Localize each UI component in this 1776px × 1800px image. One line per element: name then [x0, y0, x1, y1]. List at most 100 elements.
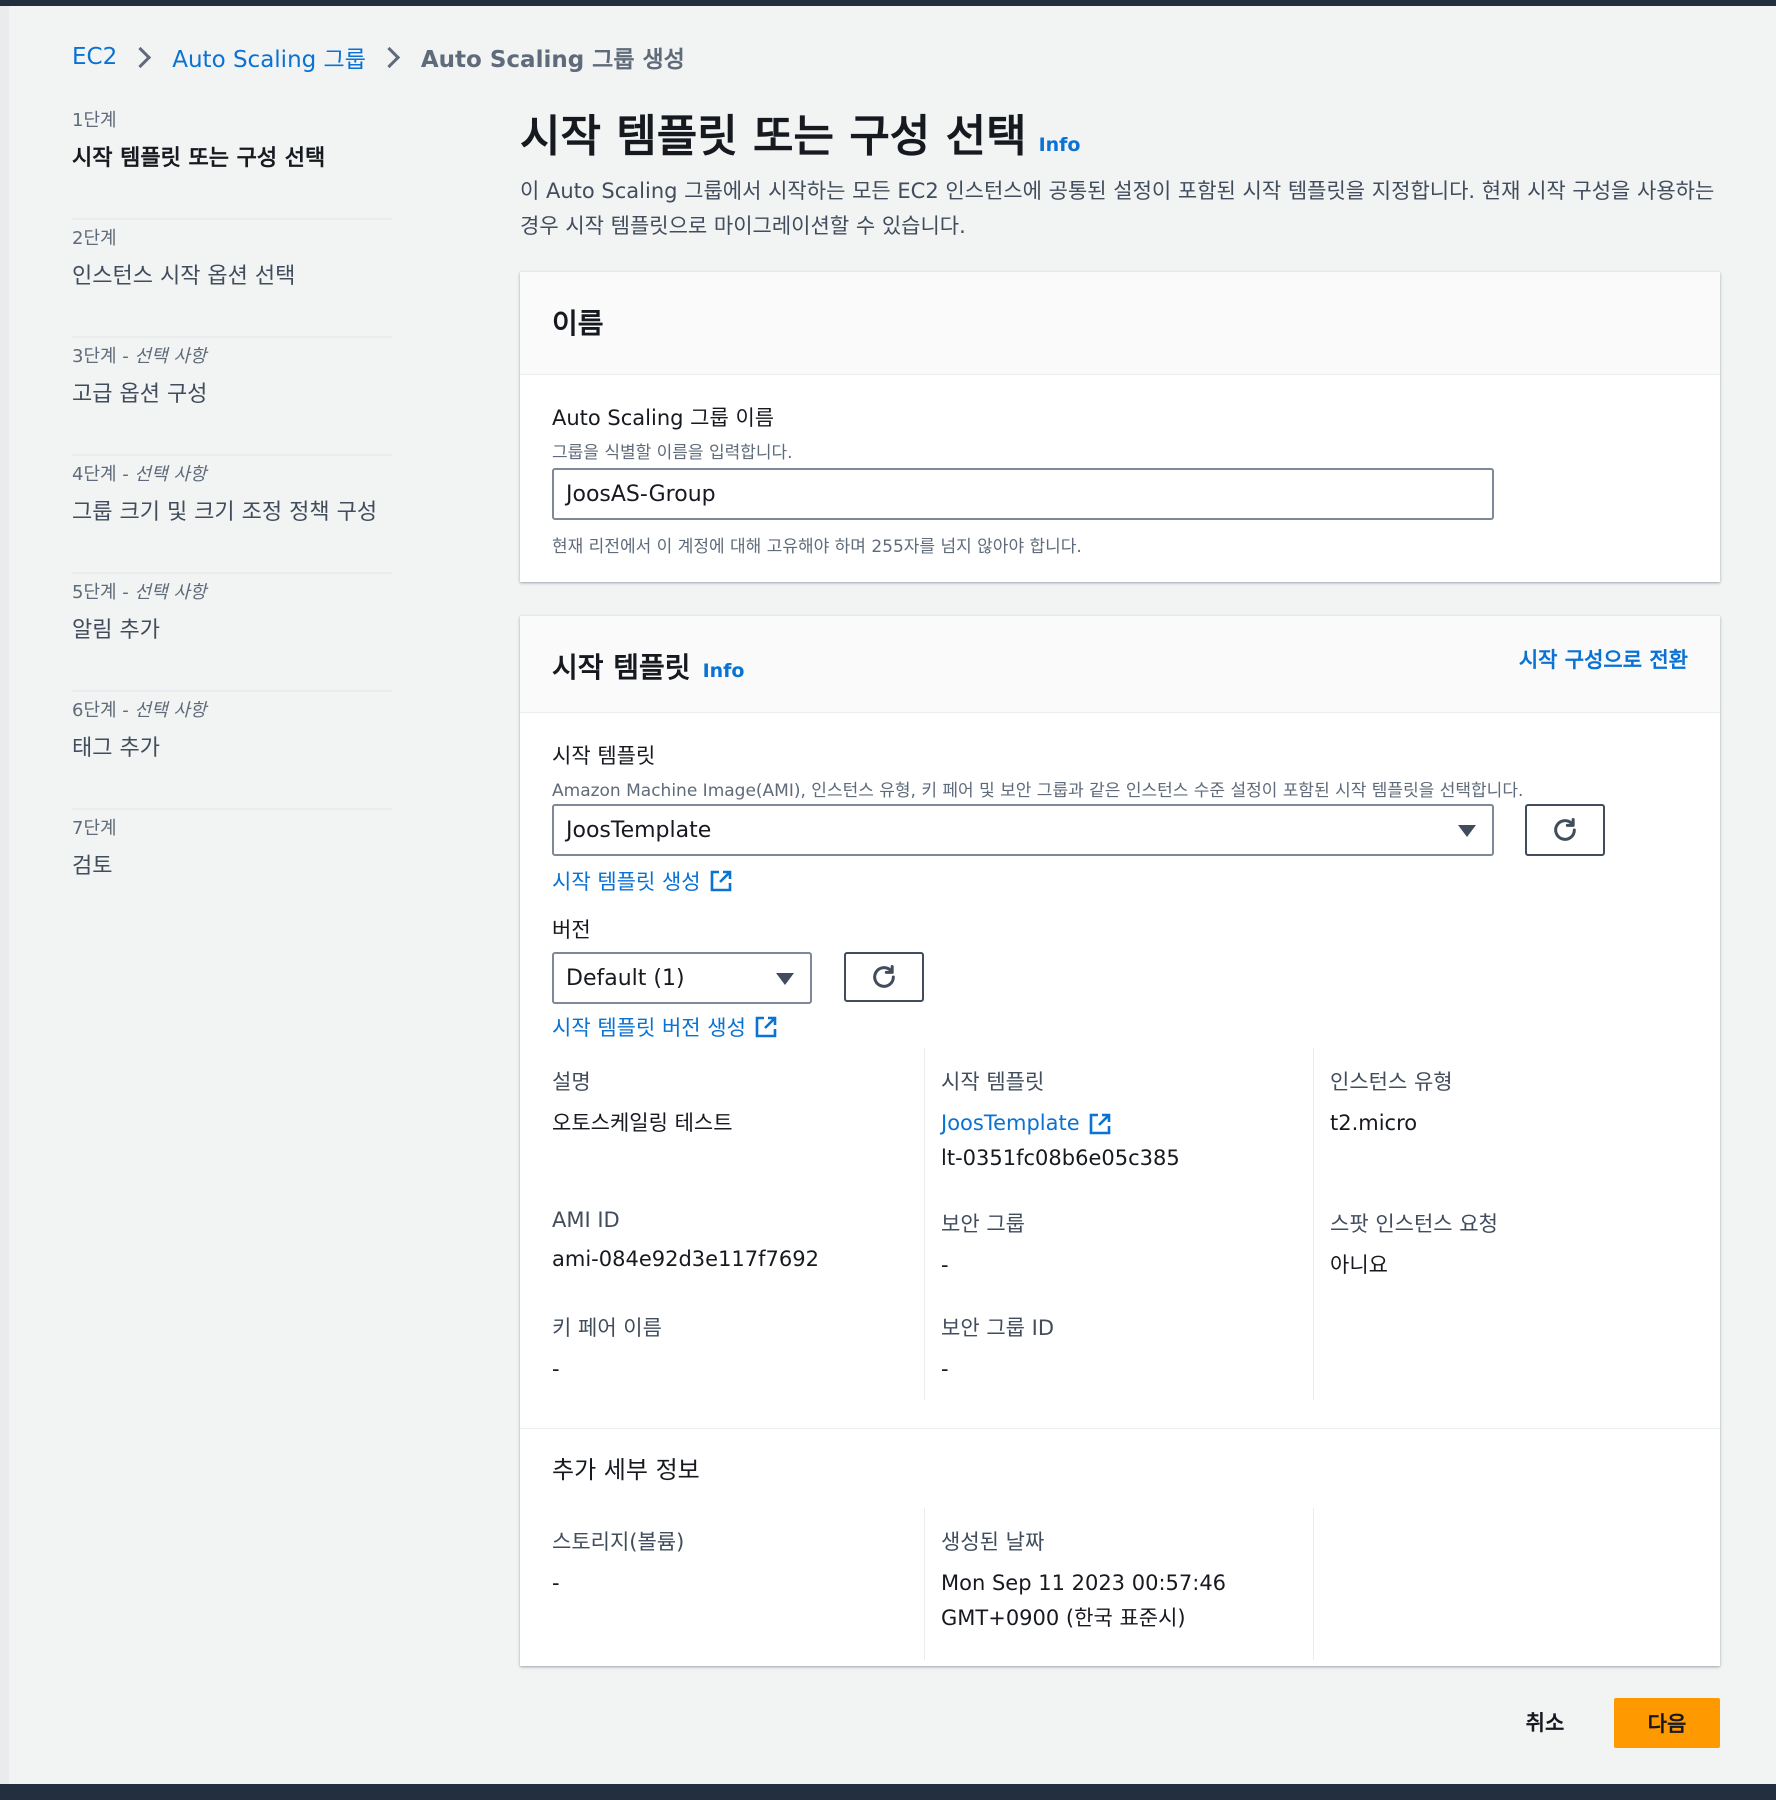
detail-value: - [941, 1253, 949, 1277]
step-title[interactable]: 고급 옵션 구성 [72, 376, 392, 408]
detail-value: - [552, 1571, 560, 1595]
column-divider [1313, 1048, 1314, 1400]
wizard-step-5: 5단계 - 선택 사항 알림 추가 [72, 574, 392, 692]
breadcrumb-ec2[interactable]: EC2 [72, 44, 117, 70]
detail-key: 생성된 날짜 [941, 1530, 1045, 1554]
detail-key: 설명 [552, 1070, 591, 1094]
switch-to-launch-config-link[interactable]: 시작 구성으로 전환 [1519, 644, 1688, 674]
section-divider [520, 1428, 1720, 1429]
launch-template-select[interactable]: JoosTemplate [552, 804, 1494, 856]
wizard-step-1: 1단계 시작 템플릿 또는 구성 선택 [72, 102, 392, 220]
step-title[interactable]: 태그 추가 [72, 730, 392, 762]
launch-template-panel: 시작 템플릿 Info 시작 구성으로 전환 시작 템플릿 Amazon Mac… [520, 616, 1720, 1666]
external-link-icon [1089, 1113, 1110, 1134]
detail-security-group-id: 보안 그룹 ID - [941, 1312, 1054, 1387]
next-button[interactable]: 다음 [1614, 1698, 1720, 1748]
breadcrumb: EC2 Auto Scaling 그룹 Auto Scaling 그룹 생성 [72, 40, 685, 74]
page-title: 시작 템플릿 또는 구성 선택 [520, 111, 1027, 162]
refresh-templates-button[interactable] [1525, 804, 1605, 856]
create-template-version-link[interactable]: 시작 템플릿 버전 생성 [552, 1012, 778, 1042]
step-title[interactable]: 그룹 크기 및 크기 조정 정책 구성 [72, 494, 392, 526]
asg-name-label: Auto Scaling 그룹 이름 [552, 406, 775, 430]
detail-key: 키 페어 이름 [552, 1316, 662, 1340]
external-link-icon [710, 870, 731, 892]
launch-template-title-row: 시작 템플릿 Info [552, 646, 744, 686]
caret-down-icon [776, 973, 794, 985]
detail-value: 오토스케일링 테스트 [552, 1111, 733, 1135]
detail-key-pair: 키 페어 이름 - [552, 1312, 662, 1387]
name-panel-header: 이름 [520, 272, 1720, 375]
version-select-value: Default (1) [566, 965, 685, 991]
launch-template-description: Amazon Machine Image(AMI), 인스턴스 유형, 키 페어… [552, 781, 1524, 801]
wizard-step-7: 7단계 검토 [72, 810, 392, 928]
column-divider [924, 1048, 925, 1400]
step-label: 6단계 - 선택 사항 [72, 700, 207, 721]
breadcrumb-auto-scaling-groups[interactable]: Auto Scaling 그룹 [172, 40, 366, 74]
refresh-icon [1554, 817, 1576, 841]
refresh-versions-button[interactable] [844, 952, 924, 1002]
detail-value: Mon Sep 11 2023 00:57:46 [941, 1571, 1227, 1595]
detail-ami-id: AMI ID ami-084e92d3e117f7692 [552, 1208, 819, 1277]
asg-name-input[interactable]: JoosAS-Group [552, 468, 1494, 520]
step-title[interactable]: 검토 [72, 848, 392, 880]
detail-key: AMI ID [552, 1208, 620, 1232]
page-header: 시작 템플릿 또는 구성 선택 Info 이 Auto Scaling 그룹에서… [520, 100, 1720, 244]
step-label: 2단계 [72, 228, 117, 249]
info-link[interactable]: Info [1039, 134, 1081, 156]
detail-security-group: 보안 그룹 - [941, 1208, 1025, 1283]
step-label: 3단계 - 선택 사항 [72, 346, 207, 367]
step-title[interactable]: 알림 추가 [72, 612, 392, 644]
detail-key: 보안 그룹 ID [941, 1316, 1054, 1340]
detail-storage: 스토리지(볼륨) - [552, 1526, 684, 1601]
step-title[interactable]: 인스턴스 시작 옵션 선택 [72, 258, 392, 290]
info-link[interactable]: Info [703, 660, 745, 682]
step-title: 시작 템플릿 또는 구성 선택 [72, 146, 326, 171]
caret-down-icon [1458, 825, 1476, 837]
refresh-icon [873, 964, 895, 988]
bottom-bar [0, 1784, 1776, 1800]
name-panel-title: 이름 [552, 307, 604, 340]
step-label: 4단계 - 선택 사항 [72, 464, 207, 485]
name-panel: 이름 Auto Scaling 그룹 이름 그룹을 식별할 이름을 입력합니다.… [520, 272, 1720, 582]
cancel-button[interactable]: 취소 [1510, 1697, 1580, 1747]
chevron-right-icon [378, 46, 400, 68]
asg-name-field: Auto Scaling 그룹 이름 그룹을 식별할 이름을 입력합니다. [552, 402, 793, 463]
wizard-step-2: 2단계 인스턴스 시작 옵션 선택 [72, 220, 392, 338]
chevron-right-icon [130, 46, 152, 68]
detail-key: 인스턴스 유형 [1330, 1070, 1453, 1094]
detail-value: t2.micro [1330, 1111, 1418, 1135]
detail-instance-type: 인스턴스 유형 t2.micro [1330, 1066, 1453, 1141]
asg-name-description: 그룹을 식별할 이름을 입력합니다. [552, 443, 793, 463]
launch-template-id: lt-0351fc08b6e05c385 [941, 1146, 1180, 1170]
step-label: 7단계 [72, 818, 117, 839]
detail-value: - [941, 1357, 949, 1381]
detail-key: 스팟 인스턴스 요청 [1330, 1212, 1498, 1236]
detail-key: 시작 템플릿 [941, 1070, 1045, 1094]
detail-spot-request: 스팟 인스턴스 요청 아니요 [1330, 1208, 1498, 1283]
breadcrumb-current: Auto Scaling 그룹 생성 [420, 47, 685, 73]
page-description: 이 Auto Scaling 그룹에서 시작하는 모든 EC2 인스턴스에 공통… [520, 179, 1715, 238]
launch-template-detail-link-label: JoosTemplate [941, 1111, 1080, 1135]
launch-template-label: 시작 템플릿 [552, 744, 656, 768]
detail-value: - [552, 1357, 560, 1381]
launch-template-panel-header: 시작 템플릿 Info 시작 구성으로 전환 [520, 616, 1720, 713]
step-label: 5단계 - 선택 사항 [72, 582, 207, 603]
left-edge [0, 6, 9, 1784]
version-select[interactable]: Default (1) [552, 952, 812, 1004]
create-launch-template-label: 시작 템플릿 생성 [552, 870, 701, 894]
additional-details-title: 추가 세부 정보 [552, 1456, 700, 1484]
launch-template-panel-title: 시작 템플릿 [552, 651, 691, 684]
launch-template-select-value: JoosTemplate [566, 817, 712, 843]
column-divider [924, 1508, 925, 1660]
detail-created-date: 생성된 날짜 Mon Sep 11 2023 00:57:46 GMT+0900… [941, 1526, 1226, 1636]
wizard-step-4: 4단계 - 선택 사항 그룹 크기 및 크기 조정 정책 구성 [72, 456, 392, 574]
detail-key: 보안 그룹 [941, 1212, 1025, 1236]
wizard-step-6: 6단계 - 선택 사항 태그 추가 [72, 692, 392, 810]
launch-template-detail-link[interactable]: JoosTemplate [941, 1106, 1180, 1141]
detail-description: 설명 오토스케일링 테스트 [552, 1066, 733, 1141]
create-launch-template-link[interactable]: 시작 템플릿 생성 [552, 866, 733, 896]
detail-value: ami-084e92d3e117f7692 [552, 1247, 819, 1271]
create-template-version-label: 시작 템플릿 버전 생성 [552, 1016, 746, 1040]
detail-key: 스토리지(볼륨) [552, 1530, 685, 1554]
external-link-icon [755, 1016, 777, 1038]
